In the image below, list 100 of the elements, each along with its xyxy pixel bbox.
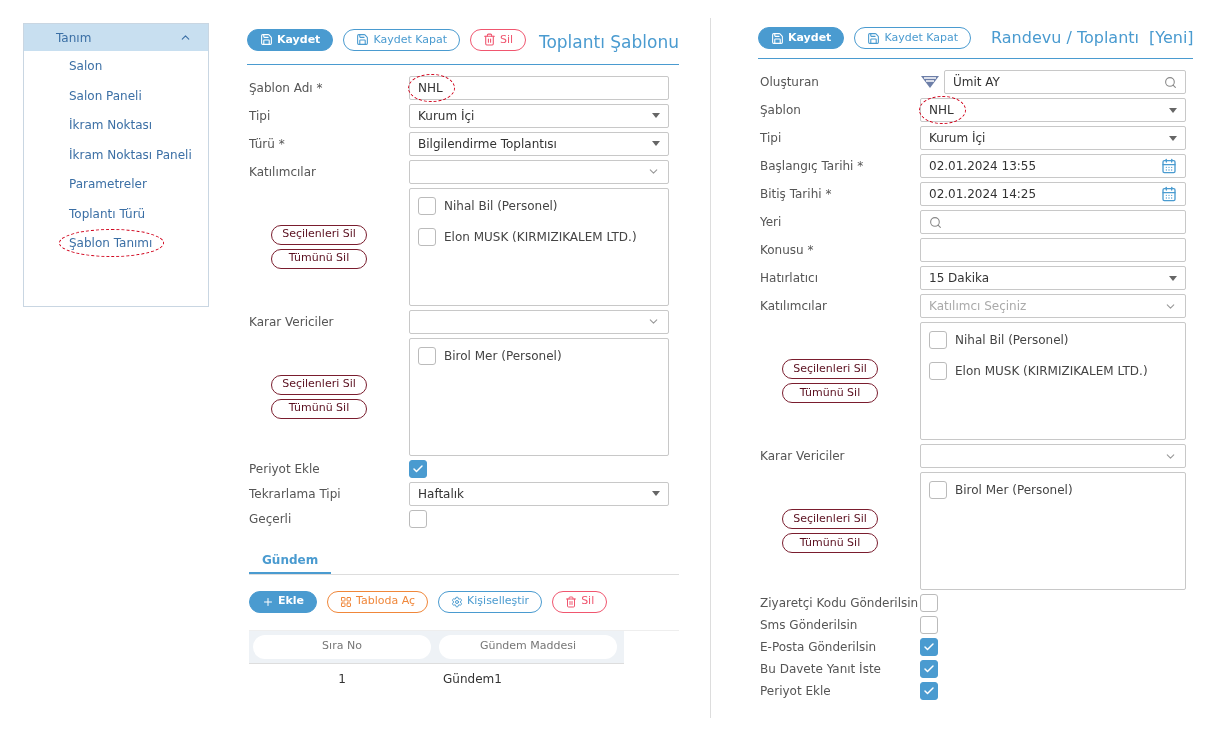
checkbox[interactable] <box>920 660 938 678</box>
remove-button[interactable]: Seçilenleri Sil <box>782 509 878 529</box>
sidebar-link[interactable]: Salon Paneli <box>69 86 142 105</box>
text-field[interactable]: NHL <box>409 75 669 100</box>
field-label: Bitiş Tarihi * <box>760 186 833 203</box>
sidebar-link[interactable]: İkram Noktası <box>69 116 153 134</box>
field-value: Kurum İçi <box>418 107 475 125</box>
date-field[interactable]: 02.01.2024 13:55 <box>920 154 1186 178</box>
sidebar-link[interactable]: Salon <box>69 57 103 75</box>
toolbar-button[interactable]: Kaydet <box>247 28 334 51</box>
sidebar-header[interactable]: Tanım <box>24 24 208 51</box>
save-icon <box>356 33 370 47</box>
select-field[interactable]: 15 Dakika <box>920 266 1186 290</box>
check-icon <box>923 641 935 653</box>
toolbar-button[interactable]: Kaydet Kapat <box>854 27 971 49</box>
select-field[interactable]: Kurum İçi <box>409 103 669 128</box>
multiselect-field[interactable] <box>409 309 669 334</box>
gear-icon <box>451 595 464 608</box>
caret-icon <box>1169 107 1177 113</box>
column-header: Sıra No <box>253 634 431 659</box>
check-icon <box>923 685 935 697</box>
search-icon <box>1164 75 1177 89</box>
list-item-label: Nihal Bil (Personel) <box>444 197 558 215</box>
select-field[interactable]: Haftalık <box>409 481 669 506</box>
list-item-label: Elon MUSK (KIRMIZIKALEM LTD.) <box>955 363 1148 380</box>
caret-icon <box>652 491 660 496</box>
checkbox[interactable] <box>929 362 947 380</box>
remove-button[interactable]: Seçilenleri Sil <box>271 374 367 395</box>
checkbox[interactable] <box>929 331 947 349</box>
form-title: Randevu / Toplantı <box>991 27 1139 49</box>
trash-icon <box>483 33 496 47</box>
field-value: Ümit AY <box>953 73 1000 91</box>
lookup-field[interactable] <box>920 210 1186 234</box>
date-field[interactable]: 02.01.2024 14:25 <box>920 182 1186 206</box>
toolbar-button[interactable]: Kaydet <box>758 27 845 49</box>
field-label: Şablon <box>760 102 802 119</box>
select-field[interactable]: Kurum İçi <box>920 126 1186 150</box>
field-label: Periyot Ekle <box>249 460 321 478</box>
remove-button[interactable]: Tümünü Sil <box>782 533 878 553</box>
table-cell-text: 1 <box>338 670 346 688</box>
calendar-icon <box>1161 158 1177 174</box>
remove-button[interactable]: Tümünü Sil <box>782 383 878 403</box>
field-label: Katılımcılar <box>760 298 828 315</box>
sidebar-link[interactable]: Parametreler <box>69 175 147 193</box>
field-value: 02.01.2024 14:25 <box>929 186 1037 203</box>
field-label: Türü * <box>249 135 286 153</box>
checkbox[interactable] <box>418 227 436 246</box>
sidebar-link[interactable]: İkram Noktası Paneli <box>69 145 192 164</box>
caret-icon <box>652 141 660 146</box>
checkbox[interactable] <box>409 459 427 478</box>
checkbox[interactable] <box>920 594 938 612</box>
sidebar-link[interactable]: Toplantı Türü <box>69 204 146 223</box>
field-label: Oluşturan <box>760 74 820 91</box>
toolbar-button[interactable]: Kişiselleştir <box>438 590 543 613</box>
user-logo-icon <box>920 74 940 90</box>
calendar-icon <box>1161 186 1177 202</box>
save-icon <box>260 33 273 47</box>
multiselect-field[interactable] <box>920 444 1186 468</box>
field-value: Haftalık <box>418 485 465 503</box>
field-label: Karar Vericiler <box>249 313 335 331</box>
toolbar-button[interactable]: Kaydet Kapat <box>343 28 460 51</box>
placeholder-text: Katılımcı Seçiniz <box>929 298 1027 315</box>
checkbox[interactable] <box>920 616 938 634</box>
caret-icon <box>1169 275 1177 281</box>
checkbox[interactable] <box>920 638 938 656</box>
checkbox[interactable] <box>418 196 436 215</box>
delete-button[interactable]: Sil <box>552 590 608 613</box>
remove-button[interactable]: Seçilenleri Sil <box>271 224 367 245</box>
field-label: Geçerli <box>249 510 293 528</box>
list-item-label: Birol Mer (Personel) <box>444 347 562 365</box>
remove-button[interactable]: Seçilenleri Sil <box>782 359 878 379</box>
tab[interactable]: Gündem <box>249 547 332 574</box>
status-label: [Yeni] <box>1149 27 1194 49</box>
field-label: Periyot Ekle <box>760 683 832 700</box>
field-label: Konusu * <box>760 242 815 259</box>
checkbox[interactable] <box>920 682 938 700</box>
select-field[interactable]: NHL <box>920 98 1186 122</box>
delete-button[interactable]: Sil <box>470 28 527 51</box>
caret-icon <box>1169 135 1177 141</box>
sidebar-header-label: Tanım <box>56 29 92 47</box>
field-label: Sms Gönderilsin <box>760 617 859 634</box>
field-label: Karar Vericiler <box>760 448 846 465</box>
sidebar-link[interactable]: Şablon Tanımı <box>69 234 153 252</box>
table-cell-text: Gündem1 <box>443 670 502 688</box>
field-label: Katılımcılar <box>249 163 317 181</box>
list-item-label: Elon MUSK (KIRMIZIKALEM LTD.) <box>444 228 637 246</box>
column-header: Gündem Maddesi <box>439 634 617 659</box>
checkbox[interactable] <box>929 481 947 499</box>
select-field[interactable]: Bilgilendirme Toplantısı <box>409 131 669 156</box>
remove-button[interactable]: Tümünü Sil <box>271 398 367 419</box>
text-field[interactable] <box>920 238 1186 262</box>
checkbox[interactable] <box>418 346 436 365</box>
field-label: Tipi <box>249 107 272 125</box>
save-icon <box>771 31 784 45</box>
checkbox[interactable] <box>409 509 427 528</box>
multiselect-field[interactable] <box>409 159 669 184</box>
toolbar-button[interactable]: Ekle <box>249 590 318 613</box>
list-item-label: Birol Mer (Personel) <box>955 482 1073 499</box>
remove-button[interactable]: Tümünü Sil <box>271 248 367 269</box>
lookup-field[interactable]: Ümit AY <box>944 70 1186 94</box>
